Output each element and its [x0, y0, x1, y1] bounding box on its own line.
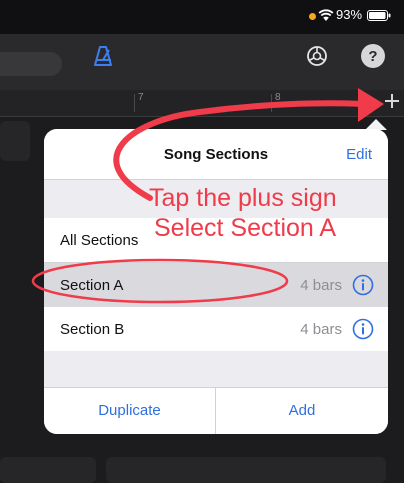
- section-row-section-b[interactable]: Section B 4 bars: [44, 307, 388, 352]
- section-row-label: Section B: [60, 321, 125, 338]
- duplicate-button[interactable]: Duplicate: [44, 388, 215, 434]
- section-spacer: [44, 351, 388, 388]
- battery-icon: [367, 10, 391, 21]
- toolbar-control[interactable]: [0, 52, 62, 76]
- section-row-label: Section A: [60, 277, 124, 294]
- section-row-bars: 4 bars: [300, 277, 342, 294]
- battery-percentage: 93%: [336, 7, 363, 22]
- section-row-label: All Sections: [60, 232, 139, 249]
- status-bar: 93%: [0, 0, 404, 34]
- section-row-section-a[interactable]: Section A 4 bars: [44, 263, 388, 308]
- ruler-mark-8: 8: [275, 92, 281, 103]
- info-icon[interactable]: [352, 318, 374, 340]
- recording-indicator-dot: [309, 13, 316, 20]
- wifi-icon: [318, 9, 334, 21]
- track-region[interactable]: [106, 457, 386, 483]
- annotation-line-2: Select Section A: [154, 214, 337, 242]
- popover-footer: Duplicate Add: [44, 388, 388, 434]
- track-region[interactable]: [0, 121, 30, 161]
- timeline-ruler[interactable]: 7 8: [0, 90, 404, 117]
- help-icon[interactable]: ?: [360, 43, 386, 69]
- ruler-tick: [271, 94, 272, 112]
- section-row-bars: 4 bars: [300, 321, 342, 338]
- song-sections-popover: Song Sections Edit All Sections Section …: [44, 129, 388, 434]
- add-section-plus-icon[interactable]: [383, 92, 401, 110]
- edit-button[interactable]: Edit: [346, 146, 372, 163]
- info-icon[interactable]: [352, 274, 374, 296]
- help-glyph: ?: [368, 48, 377, 65]
- settings-icon[interactable]: [305, 44, 329, 68]
- ruler-mark-7: 7: [138, 92, 144, 103]
- ruler-tick: [134, 94, 135, 112]
- track-region[interactable]: [0, 457, 96, 483]
- metronome-icon[interactable]: [91, 44, 115, 68]
- annotation-line-1: Tap the plus sign: [149, 184, 337, 212]
- popover-title: Song Sections: [163, 146, 269, 163]
- add-button[interactable]: Add: [216, 388, 388, 434]
- popover-header: Song Sections Edit: [44, 129, 388, 180]
